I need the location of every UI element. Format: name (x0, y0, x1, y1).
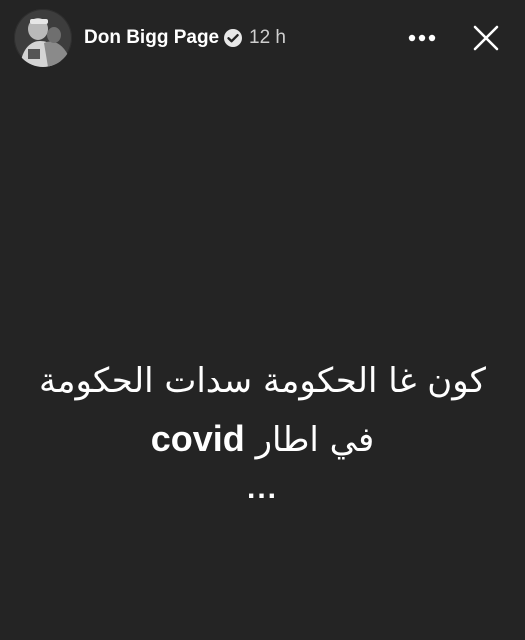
story-text-covid: covid (150, 418, 245, 459)
close-button[interactable] (466, 18, 506, 58)
story-text: كون غا الحكومة سدات الحكومة في اطار covi… (0, 352, 525, 509)
close-icon (473, 25, 499, 51)
avatar-image (14, 9, 72, 67)
more-horizontal-icon (408, 34, 436, 42)
more-options-button[interactable] (400, 22, 444, 54)
story-viewer: Don Bigg Page 12 h كون غا الحكومة سدات ا… (0, 0, 525, 640)
story-text-line-2: في اطار covid (0, 410, 525, 469)
story-text-line-1: كون غا الحكومة سدات الحكومة (39, 361, 486, 401)
story-header: Don Bigg Page 12 h (0, 0, 525, 76)
user-name[interactable]: Don Bigg Page (84, 26, 219, 50)
story-text-ellipsis: ... (246, 472, 278, 505)
avatar[interactable] (14, 9, 72, 67)
verified-badge-icon (223, 28, 243, 48)
story-text-arabic: في اطار (255, 420, 375, 460)
post-time: 12 h (249, 27, 286, 48)
